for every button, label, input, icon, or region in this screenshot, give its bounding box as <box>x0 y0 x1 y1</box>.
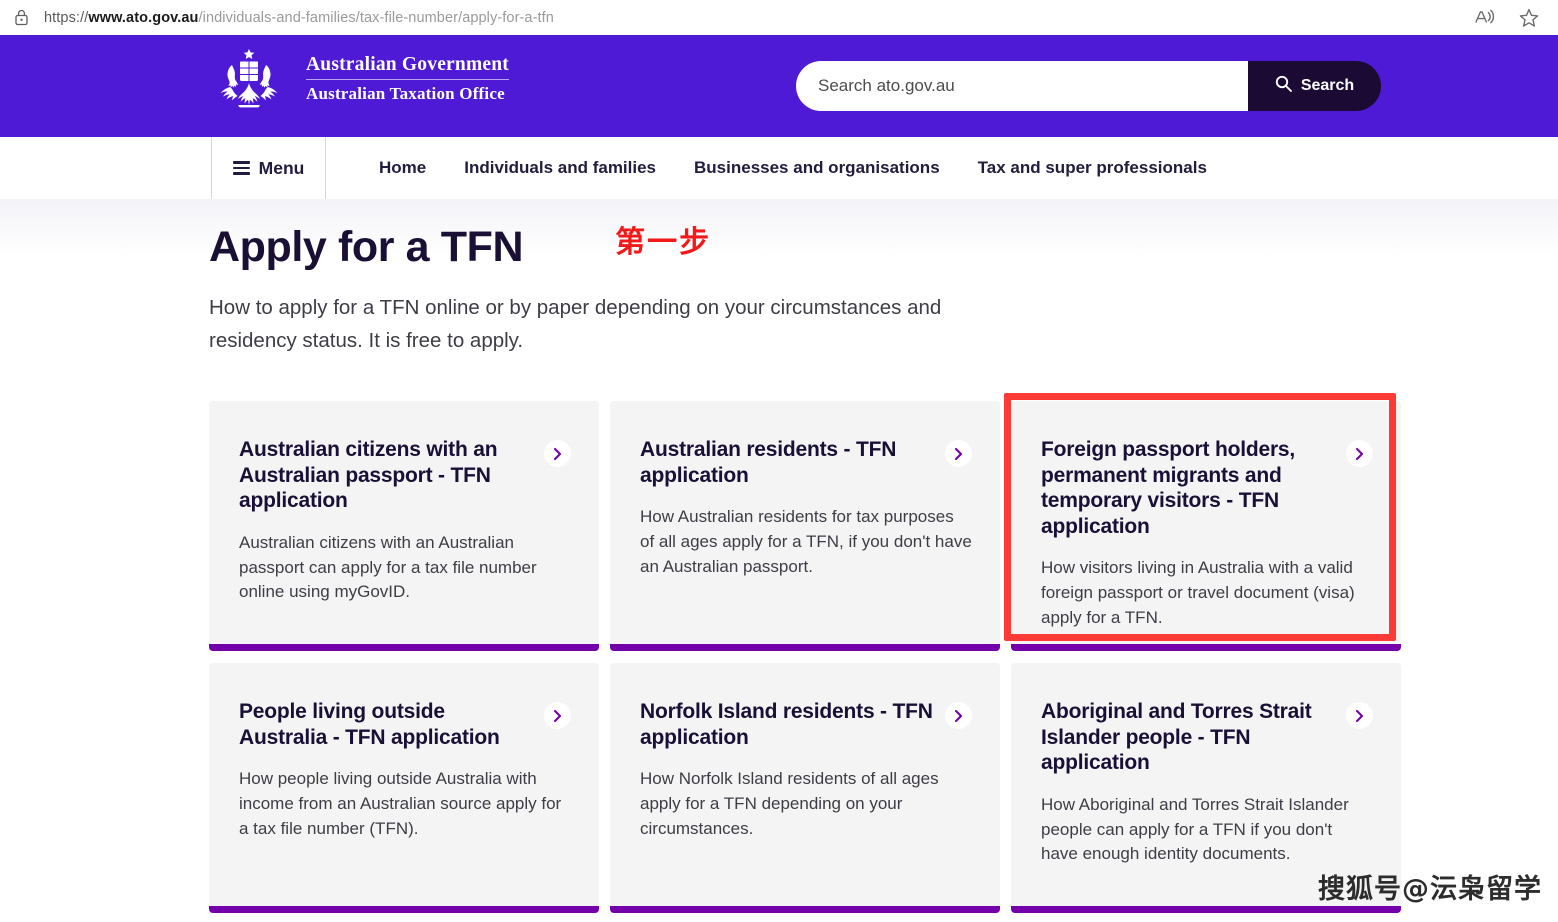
menu-button-label: Menu <box>258 157 305 178</box>
lock-icon <box>12 9 30 27</box>
step-annotation: 第一步 <box>615 225 712 260</box>
card-title: Australian residents - TFN application <box>640 438 897 487</box>
page-title-row: Apply for a TFN 第一步 <box>209 199 1399 271</box>
brand-line-ato: Australian Taxation Office <box>306 84 505 103</box>
page-title: Apply for a TFN <box>209 223 524 271</box>
card-head: People living outside Australia - TFN ap… <box>239 699 571 750</box>
card-title: People living outside Australia - TFN ap… <box>239 700 500 749</box>
brand-line-government: Australian Government <box>306 54 509 80</box>
card-description: Australian citizens with an Australian p… <box>239 532 537 602</box>
nav-item-tax-and-super-professionals[interactable]: Tax and super professionals <box>959 158 1226 178</box>
url-path: /individuals-and-families/tax-file-numbe… <box>198 9 554 26</box>
card-norfolk-island-residents[interactable]: Norfolk Island residents - TFN applicati… <box>610 663 1000 913</box>
url-scheme: https:// <box>44 9 89 26</box>
hamburger-icon <box>232 161 250 175</box>
chevron-right-icon[interactable] <box>1346 440 1373 467</box>
nav-item-businesses-and-organisations[interactable]: Businesses and organisations <box>675 158 959 178</box>
address-bar-url: https://www.ato.gov.au/individuals-and-f… <box>44 10 554 26</box>
commonwealth-coat-of-arms-icon <box>208 47 290 111</box>
nav-links: Home Individuals and families Businesses… <box>360 158 1226 178</box>
nav-item-individuals-and-families[interactable]: Individuals and families <box>445 158 675 178</box>
search-button-label: Search <box>1300 77 1355 94</box>
url-domain: www.ato.gov.au <box>88 9 199 26</box>
site-brand[interactable]: Australian Government Australian Taxatio… <box>208 47 509 111</box>
card-australian-citizens-with-passport[interactable]: Australian citizens with an Australian p… <box>209 401 599 651</box>
card-head: Australian citizens with an Australian p… <box>239 437 571 514</box>
card-head: Norfolk Island residents - TFN applicati… <box>640 699 972 750</box>
page-content-header: Apply for a TFN 第一步 How to apply for a T… <box>209 199 1399 357</box>
card-title: Norfolk Island residents - TFN applicati… <box>640 700 933 749</box>
tfn-card-grid: Australian citizens with an Australian p… <box>209 393 1401 913</box>
card-description: How visitors living in Australia with a … <box>1041 558 1355 628</box>
card-head: Aboriginal and Torres Strait Islander pe… <box>1041 699 1373 776</box>
page-body: Apply for a TFN 第一步 How to apply for a T… <box>0 199 1558 922</box>
card-australian-residents[interactable]: Australian residents - TFN application H… <box>610 401 1000 651</box>
card-description: How Australian residents for tax purpose… <box>640 507 972 576</box>
site-header: Australian Government Australian Taxatio… <box>0 35 1558 137</box>
browser-chrome: https://www.ato.gov.au/individuals-and-f… <box>0 0 1558 35</box>
card-description: How Norfolk Island residents of all ages… <box>640 769 939 838</box>
chevron-right-icon[interactable] <box>945 702 972 729</box>
brand-text: Australian Government Australian Taxatio… <box>306 54 509 104</box>
search-icon <box>1275 75 1292 97</box>
page-intro-text: How to apply for a TFN online or by pape… <box>209 296 942 352</box>
nav-item-home[interactable]: Home <box>360 158 445 178</box>
read-aloud-icon[interactable] <box>1474 7 1496 29</box>
card-head: Australian residents - TFN application <box>640 437 972 488</box>
chevron-right-icon[interactable] <box>544 440 571 467</box>
address-bar[interactable]: https://www.ato.gov.au/individuals-and-f… <box>0 0 1540 35</box>
card-title: Australian citizens with an Australian p… <box>239 438 498 513</box>
card-head: Foreign passport holders, permanent migr… <box>1041 437 1373 539</box>
chevron-right-icon[interactable] <box>945 440 972 467</box>
card-people-living-outside-australia[interactable]: People living outside Australia - TFN ap… <box>209 663 599 913</box>
card-title: Foreign passport holders, permanent migr… <box>1041 438 1296 538</box>
watermark: 搜狐号@沄枭留学 <box>1318 874 1542 905</box>
search-button[interactable]: Search <box>1248 61 1381 111</box>
menu-button[interactable]: Menu <box>211 137 326 199</box>
card-title: Aboriginal and Torres Strait Islander pe… <box>1041 700 1312 775</box>
main-navigation: Menu Home Individuals and families Busin… <box>0 137 1558 199</box>
card-foreign-passport-holders[interactable]: Foreign passport holders, permanent migr… <box>1004 393 1401 651</box>
chevron-right-icon[interactable] <box>544 702 571 729</box>
browser-toolbar-actions <box>1474 0 1540 35</box>
search-input[interactable] <box>796 61 1248 111</box>
chevron-right-icon[interactable] <box>1346 702 1373 729</box>
star-icon[interactable] <box>1518 7 1540 29</box>
card-description: How people living outside Australia with… <box>239 769 562 838</box>
site-search: Search <box>796 61 1381 111</box>
card-description: How Aboriginal and Torres Strait Islande… <box>1041 794 1349 864</box>
